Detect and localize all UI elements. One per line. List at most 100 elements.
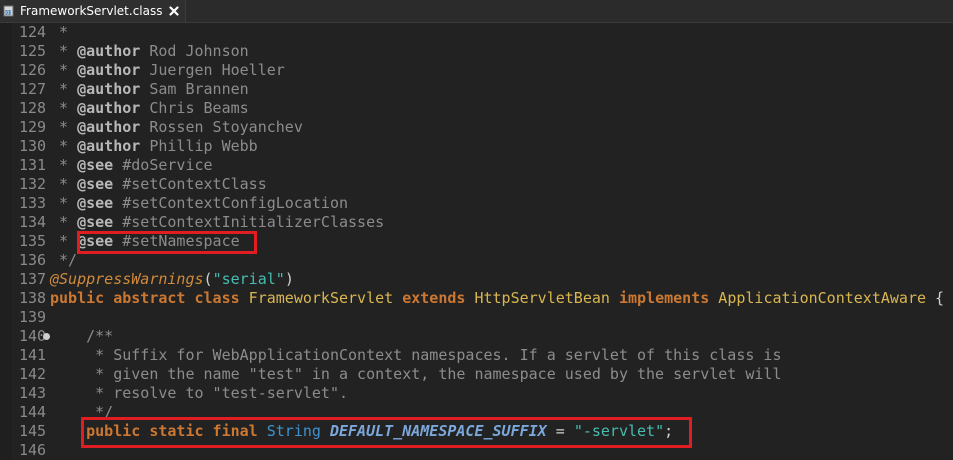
code-line-133: * @see #setContextConfigLocation xyxy=(50,194,953,213)
line-number: 143 xyxy=(19,384,47,402)
code-line-138: public abstract class FrameworkServlet e… xyxy=(50,289,953,308)
comment-text: Sam Brannen xyxy=(140,80,249,98)
string-literal: "-servlet" xyxy=(573,422,665,440)
line-number: 125 xyxy=(19,42,47,60)
line-number: 128 xyxy=(19,99,47,117)
code-line-129: * @author Rossen Stoyanchev xyxy=(50,118,953,137)
annotation: @SuppressWarnings xyxy=(50,270,204,288)
comment-text: Juergen Hoeller xyxy=(140,61,285,79)
comment-text: * xyxy=(50,80,78,98)
code-editor[interactable]: 124 125 126 127 128 129 130 131 132 133 … xyxy=(0,23,953,460)
line-number: 131 xyxy=(19,156,47,174)
operator: = xyxy=(546,422,574,440)
javadoc-tag: @see xyxy=(77,175,114,193)
line-number: 133 xyxy=(19,194,47,212)
comment-text: /** xyxy=(50,327,114,345)
brace: { xyxy=(926,289,945,307)
string-literal: "serial" xyxy=(212,270,285,288)
line-number: 144 xyxy=(19,403,47,421)
comment-text: * xyxy=(50,118,78,136)
comment-text: Rod Johnson xyxy=(140,42,249,60)
class-file-icon: 01 xyxy=(3,5,15,17)
comment-text: #setContextConfigLocation xyxy=(113,194,349,212)
comment-text: * given the name "test" in a context, th… xyxy=(50,365,782,383)
comment-text: * Suffix for WebApplicationContext names… xyxy=(50,346,782,364)
code-line-145: public static final String DEFAULT_NAMES… xyxy=(50,422,953,441)
class-name: FrameworkServlet xyxy=(239,289,394,307)
code-line-131: * @see #doService xyxy=(50,156,953,175)
javadoc-tag: @author xyxy=(77,137,141,155)
comment-text: * xyxy=(50,156,78,174)
comment-text: */ xyxy=(50,403,114,421)
javadoc-tag: @see xyxy=(77,194,114,212)
comment-text: #setNamespace xyxy=(113,232,240,250)
code-line-144: */ xyxy=(50,403,953,422)
code-line-140: /** xyxy=(50,327,953,346)
comment-text: #doService xyxy=(113,156,213,174)
comment-text: * xyxy=(50,194,78,212)
code-line-130: * @author Phillip Webb xyxy=(50,137,953,156)
tab-framework-servlet-class[interactable]: 01 FrameworkServlet.class xyxy=(0,0,186,22)
semicolon: ; xyxy=(664,422,674,440)
comment-text: #setContextClass xyxy=(113,175,267,193)
type-name: String xyxy=(257,422,321,440)
keyword: public abstract class xyxy=(50,289,240,307)
comment-text: * xyxy=(50,61,78,79)
keyword: implements xyxy=(609,289,710,307)
constant-name: DEFAULT_NAMESPACE_SUFFIX xyxy=(329,422,547,440)
javadoc-tag: @see xyxy=(77,232,114,250)
code-line-134: * @see #setContextInitializerClasses xyxy=(50,213,953,232)
line-number: 146 xyxy=(19,441,47,459)
javadoc-tag: @author xyxy=(77,42,141,60)
code-line-143: * resolve to "test-servlet". xyxy=(50,384,953,403)
code-area[interactable]: * * @author Rod Johnson * @author Juerge… xyxy=(50,23,953,460)
parent-class-name: HttpServletBean xyxy=(465,289,610,307)
comment-text: * resolve to "test-servlet". xyxy=(50,384,349,402)
comment-text: * xyxy=(50,42,78,60)
line-number: 127 xyxy=(19,80,47,98)
javadoc-tag: @see xyxy=(77,213,114,231)
comment-text: * xyxy=(50,232,78,250)
interface-name: ApplicationContextAware xyxy=(709,289,927,307)
code-line-137: @SuppressWarnings("serial") xyxy=(50,270,953,289)
comment-text: * xyxy=(50,175,78,193)
comment-text: * xyxy=(50,99,78,117)
line-number: 135 xyxy=(19,232,47,250)
line-number: 137 xyxy=(19,270,47,288)
code-line-126: * @author Juergen Hoeller xyxy=(50,61,953,80)
tab-label: FrameworkServlet.class xyxy=(20,4,163,18)
comment-text: #setContextInitializerClasses xyxy=(113,213,385,231)
code-line-141: * Suffix for WebApplicationContext names… xyxy=(50,346,953,365)
line-number: 142 xyxy=(19,365,47,383)
javadoc-tag: @see xyxy=(77,156,114,174)
code-line-127: * @author Sam Brannen xyxy=(50,80,953,99)
close-icon[interactable] xyxy=(168,5,180,17)
javadoc-tag: @author xyxy=(77,99,141,117)
javadoc-tag: @author xyxy=(77,80,141,98)
line-number: 124 xyxy=(19,23,47,41)
code-line-142: * given the name "test" in a context, th… xyxy=(50,365,953,384)
code-line-128: * @author Chris Beams xyxy=(50,99,953,118)
code-line-136: */ xyxy=(50,251,953,270)
comment-text: * xyxy=(50,137,78,155)
editor-tab-bar: 01 FrameworkServlet.class xyxy=(0,0,953,23)
ide-window: 01 FrameworkServlet.class 124 125 126 12… xyxy=(0,0,953,460)
paren: ( xyxy=(203,270,213,288)
comment-text: Rossen Stoyanchev xyxy=(140,118,303,136)
comment-text: */ xyxy=(50,251,78,269)
javadoc-tag: @author xyxy=(77,118,141,136)
line-number: 145 xyxy=(19,422,47,440)
fold-toggle-icon[interactable] xyxy=(43,333,50,340)
line-number: 132 xyxy=(19,175,47,193)
svg-text:01: 01 xyxy=(6,10,12,16)
comment-text: * xyxy=(50,23,69,41)
javadoc-tag: @author xyxy=(77,61,141,79)
code-line-135: * @see #setNamespace xyxy=(50,232,953,251)
code-line-124: * xyxy=(50,23,953,42)
comment-text: Chris Beams xyxy=(140,99,249,117)
line-number: 129 xyxy=(19,118,47,136)
line-number: 138 xyxy=(19,289,47,307)
